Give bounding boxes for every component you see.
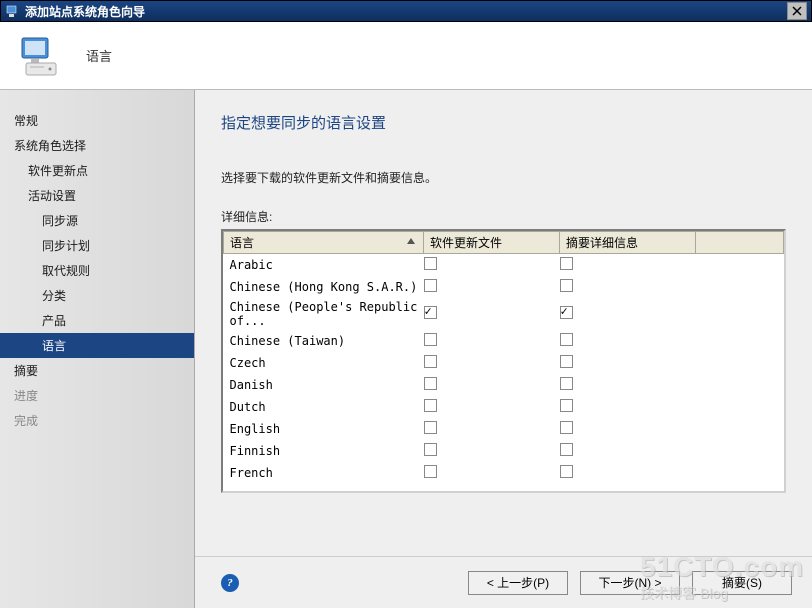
sidebar-item[interactable]: 分类 (0, 283, 194, 308)
checkbox[interactable] (560, 355, 573, 368)
summary-checkbox-cell (560, 462, 696, 484)
sidebar-item[interactable]: 语言 (0, 333, 194, 358)
next-button[interactable]: 下一步(N) > (580, 571, 680, 595)
update-checkbox-cell (424, 396, 560, 418)
checkbox[interactable] (560, 306, 573, 319)
table-row: Chinese (Taiwan) (224, 330, 784, 352)
summary-checkbox-cell (560, 396, 696, 418)
checkbox[interactable] (424, 333, 437, 346)
app-icon (5, 3, 21, 19)
update-checkbox-cell (424, 276, 560, 298)
col-language[interactable]: 语言 (224, 232, 424, 254)
table-row: Czech (224, 352, 784, 374)
sidebar-nav: 常规系统角色选择软件更新点活动设置同步源同步计划取代规则分类产品语言摘要进度完成 (0, 90, 195, 608)
sidebar-item[interactable]: 摘要 (0, 358, 194, 383)
checkbox[interactable] (424, 257, 437, 270)
computer-icon (18, 32, 66, 80)
summary-checkbox-cell (560, 352, 696, 374)
checkbox[interactable] (424, 443, 437, 456)
lang-cell: Czech (224, 352, 424, 374)
table-scroll[interactable]: 语言 软件更新文件 摘要详细信息 ArabicChinese (Hong Kon… (223, 231, 784, 491)
table-row: Danish (224, 374, 784, 396)
content-heading: 指定想要同步的语言设置 (221, 112, 786, 133)
sidebar-item[interactable]: 系统角色选择 (0, 133, 194, 158)
checkbox[interactable] (560, 399, 573, 412)
checkbox[interactable] (424, 465, 437, 478)
lang-cell: English (224, 418, 424, 440)
lang-cell: Dutch (224, 396, 424, 418)
titlebar-title: 添加站点系统角色向导 (25, 3, 787, 20)
table-row: Arabic (224, 254, 784, 276)
update-checkbox-cell (424, 440, 560, 462)
summary-checkbox-cell (560, 374, 696, 396)
lang-cell: Chinese (Taiwan) (224, 330, 424, 352)
col-filler (696, 232, 784, 254)
checkbox[interactable] (424, 399, 437, 412)
wizard-footer: ? < 上一步(P) 下一步(N) > 摘要(S) (195, 556, 812, 608)
table-row: Finnish (224, 440, 784, 462)
lang-cell: Arabic (224, 254, 424, 276)
sidebar-item[interactable]: 同步计划 (0, 233, 194, 258)
checkbox[interactable] (424, 421, 437, 434)
summary-checkbox-cell (560, 298, 696, 330)
update-checkbox-cell (424, 352, 560, 374)
sidebar-item[interactable]: 常规 (0, 108, 194, 133)
update-checkbox-cell (424, 298, 560, 330)
checkbox[interactable] (560, 465, 573, 478)
summary-checkbox-cell (560, 418, 696, 440)
col-update-file[interactable]: 软件更新文件 (424, 232, 560, 254)
checkbox[interactable] (560, 333, 573, 346)
close-icon (792, 6, 802, 16)
col-summary-info[interactable]: 摘要详细信息 (560, 232, 696, 254)
help-button[interactable]: ? (221, 574, 239, 592)
checkbox[interactable] (424, 355, 437, 368)
lang-cell: Chinese (People's Republic of... (224, 298, 424, 330)
language-table: 语言 软件更新文件 摘要详细信息 ArabicChinese (Hong Kon… (223, 231, 784, 484)
summary-checkbox-cell (560, 330, 696, 352)
sidebar-item[interactable]: 产品 (0, 308, 194, 333)
summary-button[interactable]: 摘要(S) (692, 571, 792, 595)
lang-cell: Danish (224, 374, 424, 396)
detail-label: 详细信息: (221, 208, 786, 225)
checkbox[interactable] (424, 377, 437, 390)
checkbox[interactable] (560, 257, 573, 270)
checkbox[interactable] (560, 443, 573, 456)
lang-cell: Finnish (224, 440, 424, 462)
sidebar-item[interactable]: 同步源 (0, 208, 194, 233)
close-button[interactable] (787, 2, 807, 20)
table-row: French (224, 462, 784, 484)
checkbox[interactable] (424, 306, 437, 319)
lang-cell: Chinese (Hong Kong S.A.R.) (224, 276, 424, 298)
checkbox[interactable] (424, 279, 437, 292)
lang-cell: French (224, 462, 424, 484)
previous-button[interactable]: < 上一步(P) (468, 571, 568, 595)
summary-checkbox-cell (560, 254, 696, 276)
sidebar-item[interactable]: 软件更新点 (0, 158, 194, 183)
update-checkbox-cell (424, 330, 560, 352)
sidebar-item[interactable]: 取代规则 (0, 258, 194, 283)
update-checkbox-cell (424, 374, 560, 396)
titlebar: 添加站点系统角色向导 (0, 0, 812, 22)
sidebar-item: 进度 (0, 383, 194, 408)
table-row: Chinese (People's Republic of... (224, 298, 784, 330)
table-row: Dutch (224, 396, 784, 418)
checkbox[interactable] (560, 279, 573, 292)
main-area: 常规系统角色选择软件更新点活动设置同步源同步计划取代规则分类产品语言摘要进度完成… (0, 90, 812, 608)
update-checkbox-cell (424, 462, 560, 484)
summary-checkbox-cell (560, 276, 696, 298)
page-title: 语言 (86, 46, 112, 65)
wizard-header: 语言 (0, 22, 812, 90)
sidebar-item[interactable]: 活动设置 (0, 183, 194, 208)
update-checkbox-cell (424, 418, 560, 440)
checkbox[interactable] (560, 377, 573, 390)
content-area: 指定想要同步的语言设置 选择要下载的软件更新文件和摘要信息。 详细信息: 语言 … (195, 90, 812, 608)
instruction-text: 选择要下载的软件更新文件和摘要信息。 (221, 169, 786, 186)
summary-checkbox-cell (560, 440, 696, 462)
language-table-container: 语言 软件更新文件 摘要详细信息 ArabicChinese (Hong Kon… (221, 229, 786, 493)
update-checkbox-cell (424, 254, 560, 276)
table-row: Chinese (Hong Kong S.A.R.) (224, 276, 784, 298)
sidebar-item: 完成 (0, 408, 194, 433)
checkbox[interactable] (560, 421, 573, 434)
table-row: English (224, 418, 784, 440)
